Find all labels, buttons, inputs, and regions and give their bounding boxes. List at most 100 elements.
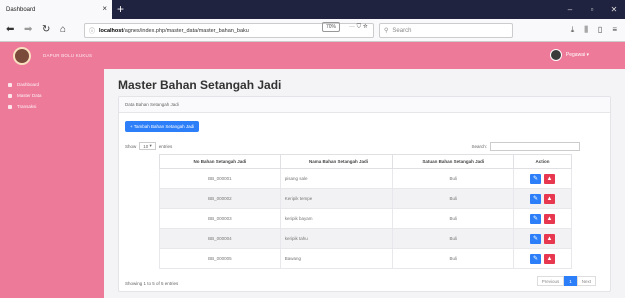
column-header-nama[interactable]: Nama Bahan Setangah Jadi (279, 154, 394, 169)
sidebar-item-label: Master Data (17, 93, 42, 98)
search-placeholder: Search (392, 27, 412, 34)
library-icon[interactable]: ⫼ (584, 25, 588, 35)
url-path: /agnes/index.php/master_data/master_baha… (123, 27, 249, 34)
table-info: Showing 1 to 5 of 5 entries (125, 281, 179, 286)
toolbar-icons: ⤓ ⫼ ▯ ≡ (571, 25, 617, 35)
user-menu[interactable]: Pegawai ▾ (549, 49, 589, 61)
maximize-button[interactable]: ▫ (581, 0, 603, 19)
cell-nama: pisang sale (279, 168, 394, 189)
delete-icon[interactable]: ▲ (544, 193, 556, 204)
brand[interactable]: DAPUR BOLU KUKUS (0, 42, 104, 69)
transaction-icon (8, 104, 12, 109)
app-sidebar: DAPUR BOLU KUKUS Dashboard Master Data T… (0, 42, 104, 298)
page-button[interactable]: 1 (564, 276, 577, 286)
menu-icon[interactable]: ≡ (612, 25, 617, 35)
cell-nama: Keripik tempe (279, 188, 394, 209)
cell-action: ✎ ▲ (513, 248, 572, 269)
app-topbar: Pegawai ▾ (104, 42, 625, 69)
cell-satuan: Buli (392, 248, 515, 269)
cell-action: ✎ ▲ (513, 188, 572, 209)
cell-action: ✎ ▲ (513, 208, 572, 229)
cell-satuan: Buli (392, 168, 515, 189)
next-page-button[interactable]: Next (576, 276, 596, 286)
info-icon[interactable]: ⓘ (89, 26, 95, 35)
table-row: BB_000004 keripik tahu Buli ✎ ▲ (159, 228, 572, 249)
sidebar-item-label: Transaksi (17, 104, 37, 109)
browser-navbar: ⬅ ➡ ↻ ⌂ ⓘ localhost/agnes/index.php/mast… (0, 19, 625, 42)
edit-icon[interactable]: ✎ (530, 213, 542, 224)
delete-icon[interactable]: ▲ (544, 173, 556, 184)
table-search-input[interactable] (490, 142, 580, 151)
column-header-action: Action (513, 154, 572, 169)
dashboard-icon (8, 82, 12, 87)
window-controls: – ▫ ✕ (559, 0, 625, 19)
tab-title: Dashboard (6, 6, 36, 13)
new-tab-button[interactable]: + (117, 1, 124, 17)
entries-length-control: Show 10 ▾ entries (125, 142, 172, 150)
back-icon[interactable]: ⬅ (6, 24, 14, 36)
table-row: BB_000003 keripik bayam Buli ✎ ▲ (159, 208, 572, 229)
minimize-button[interactable]: – (559, 0, 581, 19)
database-icon (8, 93, 12, 98)
forward-icon[interactable]: ➡ (24, 24, 32, 36)
card-header: Data Bahan Setangah Jadi (119, 97, 610, 113)
tab-close-icon[interactable]: × (102, 4, 107, 14)
table-row: BB_000005 Bawang Buli ✎ ▲ (159, 248, 572, 269)
column-header-no[interactable]: No Bahan Setangah Jadi (159, 154, 281, 169)
cell-satuan: Buli (392, 188, 515, 209)
page-actions-icon[interactable]: ··· ⛉ ☆ (349, 24, 368, 31)
cell-nama: Bawang (279, 248, 394, 269)
cell-action: ✎ ▲ (513, 168, 572, 189)
delete-icon[interactable]: ▲ (544, 253, 556, 264)
previous-page-button[interactable]: Previous (536, 276, 565, 286)
entries-label: entries (158, 143, 173, 149)
search-label: Search: (471, 144, 487, 149)
cell-no: BB_000002 (159, 188, 281, 209)
cell-nama: keripik tahu (279, 228, 394, 249)
table-header-row: No Bahan Setangah Jadi Nama Bahan Setang… (159, 154, 572, 169)
entries-select[interactable]: 10 ▾ (139, 142, 156, 150)
cell-action: ✎ ▲ (513, 228, 572, 249)
page-title: Master Bahan Setangah Jadi (118, 78, 282, 92)
zoom-level[interactable]: 70% (322, 22, 341, 32)
table-row: BB_000001 pisang sale Buli ✎ ▲ (159, 168, 572, 189)
delete-icon[interactable]: ▲ (544, 213, 556, 224)
brand-text: DAPUR BOLU KUKUS (43, 53, 93, 58)
edit-icon[interactable]: ✎ (530, 233, 542, 244)
sidebar-item-master-data[interactable]: Master Data (0, 90, 104, 101)
sidebar-toggle-icon[interactable]: ▯ (598, 25, 602, 35)
cell-satuan: Buli (392, 208, 515, 229)
cell-satuan: Buli (392, 228, 515, 249)
url-text: localhost/agnes/index.php/master_data/ma… (99, 28, 249, 34)
search-icon: ⚲ (384, 28, 389, 34)
cell-nama: keripik bayam (279, 208, 394, 229)
close-window-button[interactable]: ✕ (603, 0, 625, 19)
add-item-button[interactable]: + Tambah Bahan Setangah Jadi (125, 121, 200, 132)
cell-no: BB_000001 (159, 168, 281, 189)
edit-icon[interactable]: ✎ (530, 253, 542, 264)
sidebar-item-transaksi[interactable]: Transaksi (0, 101, 104, 112)
sidebar-item-dashboard[interactable]: Dashboard (0, 79, 104, 90)
user-name: Pegawai ▾ (565, 52, 589, 58)
data-table: No Bahan Setangah Jadi Nama Bahan Setang… (159, 154, 572, 269)
browser-tab[interactable]: Dashboard × (0, 0, 112, 19)
data-card: Data Bahan Setangah Jadi + Tambah Bahan … (118, 96, 611, 292)
reload-icon[interactable]: ↻ (42, 24, 50, 36)
delete-icon[interactable]: ▲ (544, 233, 556, 244)
home-icon[interactable]: ⌂ (60, 24, 66, 36)
show-label: Show (125, 143, 137, 149)
table-row: BB_000002 Keripik tempe Buli ✎ ▲ (159, 188, 572, 209)
edit-icon[interactable]: ✎ (530, 193, 542, 204)
download-icon[interactable]: ⤓ (571, 25, 575, 35)
cell-no: BB_000004 (159, 228, 281, 249)
edit-icon[interactable]: ✎ (530, 173, 542, 184)
avatar (549, 49, 562, 61)
cell-no: BB_000005 (159, 248, 281, 269)
column-header-satuan[interactable]: Satuan Bahan Setangah Jadi (392, 154, 515, 169)
browser-search-input[interactable]: ⚲ Search (379, 23, 513, 38)
browser-tab-bar: Dashboard × + – ▫ ✕ (0, 0, 625, 19)
pagination: Previous 1 Next (536, 276, 596, 286)
url-host: localhost (99, 27, 124, 34)
cell-no: BB_000003 (159, 208, 281, 229)
brand-logo (13, 46, 31, 65)
